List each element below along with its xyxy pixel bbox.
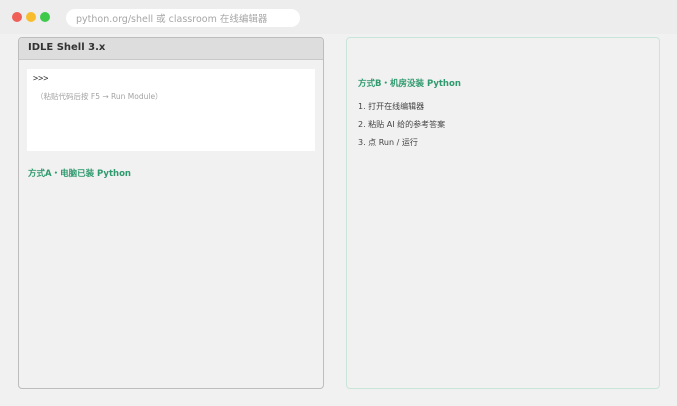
method-b-title: 方式B・机房没装 Python	[358, 79, 461, 89]
list-item: 1. 打开在线编辑器	[358, 102, 425, 111]
shell-hint: （粘贴代码后按 F5 → Run Module）	[36, 92, 163, 101]
online-editor-panel: 方式B・机房没装 Python 1. 打开在线编辑器 2. 粘贴 AI 给的参考…	[346, 37, 660, 389]
idle-shell-panel: IDLE Shell 3.x >>> （粘贴代码后按 F5 → Run Modu…	[18, 37, 324, 389]
address-bar-url: python.org/shell 或 classroom 在线编辑器	[76, 14, 268, 25]
address-bar[interactable]: python.org/shell 或 classroom 在线编辑器	[66, 9, 300, 27]
method-a-title: 方式A・电脑已装 Python	[28, 169, 131, 179]
shell-editor[interactable]: >>> （粘贴代码后按 F5 → Run Module）	[27, 69, 315, 151]
method-b-steps: 1. 打开在线编辑器 2. 粘贴 AI 给的参考答案 3. 点 Run / 运行	[358, 98, 445, 152]
browser-titlebar: python.org/shell 或 classroom 在线编辑器	[0, 0, 677, 34]
close-window-icon[interactable]	[12, 12, 22, 22]
idle-title: IDLE Shell 3.x	[28, 42, 106, 53]
maximize-window-icon[interactable]	[40, 12, 50, 22]
idle-header: IDLE Shell 3.x	[19, 38, 323, 60]
list-item: 2. 粘贴 AI 给的参考答案	[358, 120, 446, 129]
minimize-window-icon[interactable]	[26, 12, 36, 22]
shell-prompt: >>>	[33, 74, 49, 84]
list-item: 3. 点 Run / 运行	[358, 138, 418, 147]
